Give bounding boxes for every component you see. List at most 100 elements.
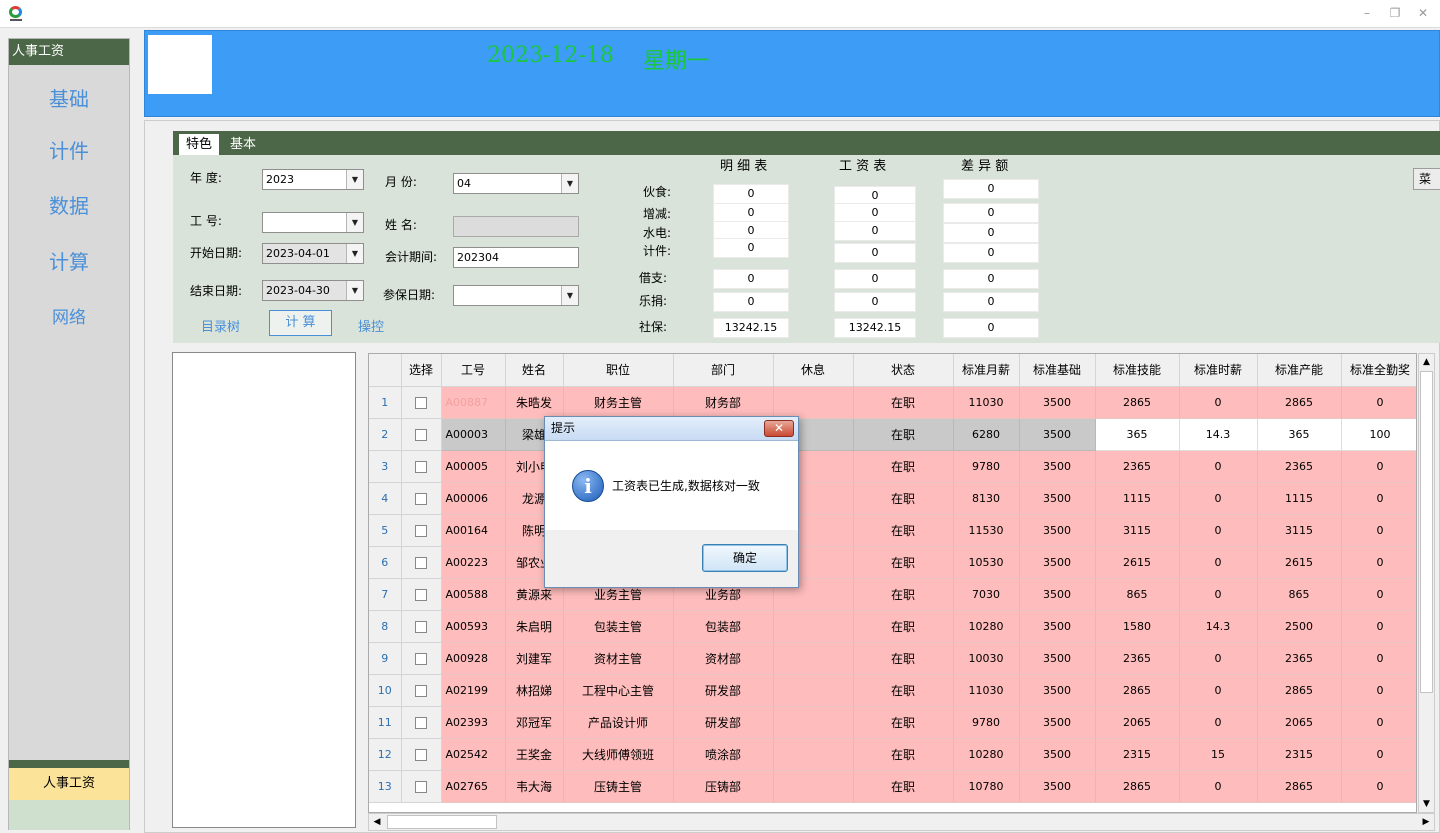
std-skill-cell[interactable]: 2315 — [1095, 738, 1180, 771]
std-hourly-cell[interactable]: 0 — [1179, 386, 1258, 419]
status-cell[interactable]: 在职 — [853, 482, 954, 515]
std-hourly-cell[interactable]: 14.3 — [1179, 418, 1258, 451]
std-monthly-salary-cell[interactable]: 10030 — [953, 642, 1020, 675]
position-cell[interactable]: 压铸主管 — [563, 770, 674, 803]
employee-id-cell[interactable]: A00593 — [441, 610, 506, 643]
calculate-button[interactable]: 计 算 — [269, 310, 332, 336]
std-capacity-cell[interactable]: 2865 — [1257, 386, 1342, 419]
std-capacity-cell[interactable]: 1115 — [1257, 482, 1342, 515]
row-select-checkbox[interactable] — [415, 524, 427, 537]
std-skill-cell[interactable]: 2865 — [1095, 770, 1180, 803]
status-cell[interactable]: 在职 — [853, 386, 954, 419]
std-capacity-cell[interactable]: 2365 — [1257, 450, 1342, 483]
row-number[interactable]: 1 — [369, 386, 402, 419]
row-number[interactable]: 2 — [369, 418, 402, 451]
table-row[interactable]: 10 A02199 林招娣 工程中心主管 研发部 在职 11030 3500 2865 0 2865… — [369, 674, 1416, 707]
employee-id-cell[interactable]: A00588 — [441, 578, 506, 611]
std-skill-cell[interactable]: 2865 — [1095, 674, 1180, 707]
std-base-cell[interactable]: 3500 — [1019, 674, 1096, 707]
row-select-checkbox[interactable] — [415, 684, 427, 697]
std-capacity-cell[interactable]: 2365 — [1257, 642, 1342, 675]
std-monthly-salary-cell[interactable]: 10280 — [953, 610, 1020, 643]
std-base-cell[interactable]: 3500 — [1019, 482, 1096, 515]
std-base-cell[interactable]: 3500 — [1019, 450, 1096, 483]
employee-name-cell[interactable]: 朱启明 — [505, 610, 564, 643]
minimize-button[interactable]: – — [1358, 5, 1376, 21]
department-cell[interactable]: 财务部 — [673, 386, 774, 419]
employee-id-cell[interactable]: A02765 — [441, 770, 506, 803]
std-monthly-salary-cell[interactable]: 8130 — [953, 482, 1020, 515]
status-cell[interactable]: 在职 — [853, 674, 954, 707]
std-base-cell[interactable]: 3500 — [1019, 738, 1096, 771]
std-hourly-cell[interactable]: 0 — [1179, 514, 1258, 547]
scroll-thumb[interactable] — [387, 815, 497, 829]
position-cell[interactable]: 财务主管 — [563, 386, 674, 419]
department-cell[interactable]: 包装部 — [673, 610, 774, 643]
std-monthly-salary-cell[interactable]: 11530 — [953, 514, 1020, 547]
employee-id-cell[interactable]: A02393 — [441, 706, 506, 739]
row-number[interactable]: 5 — [369, 514, 402, 547]
control-button[interactable]: 操控 — [358, 316, 384, 335]
table-row[interactable]: 3 A00005 刘小申 在职 9780 3500 2365 0 2365 0 — [369, 450, 1416, 483]
scroll-thumb[interactable] — [1420, 371, 1433, 693]
table-row[interactable]: 12 A02542 王奖金 大线师傅领班 喷涂部 在职 10280 3500 2315 15 231… — [369, 738, 1416, 771]
std-capacity-cell[interactable]: 2065 — [1257, 706, 1342, 739]
employee-name-cell[interactable]: 刘建军 — [505, 642, 564, 675]
std-hourly-cell[interactable]: 0 — [1179, 706, 1258, 739]
std-attendance-bonus-cell[interactable]: 0 — [1341, 386, 1416, 419]
row-select-checkbox[interactable] — [415, 780, 427, 793]
chevron-down-icon[interactable]: ▼ — [346, 244, 363, 263]
chevron-down-icon[interactable]: ▼ — [561, 174, 578, 193]
vertical-scrollbar[interactable]: ▲ ▼ — [1418, 353, 1435, 813]
tab-basic[interactable]: 基本 — [223, 134, 263, 155]
status-cell[interactable]: 在职 — [853, 770, 954, 803]
std-skill-cell[interactable]: 2365 — [1095, 450, 1180, 483]
row-number[interactable]: 9 — [369, 642, 402, 675]
employee-id-cell[interactable]: A00223 — [441, 546, 506, 579]
period-field[interactable]: 202304 — [453, 247, 579, 268]
rest-cell[interactable] — [773, 674, 854, 707]
sidebar-item-data[interactable]: 数据 — [9, 190, 129, 219]
status-cell[interactable]: 在职 — [853, 546, 954, 579]
std-monthly-salary-cell[interactable]: 10780 — [953, 770, 1020, 803]
dialog-close-button[interactable]: ✕ — [764, 420, 794, 437]
std-base-cell[interactable]: 3500 — [1019, 418, 1096, 451]
department-cell[interactable]: 研发部 — [673, 706, 774, 739]
employee-name-cell[interactable]: 韦大海 — [505, 770, 564, 803]
horizontal-scrollbar[interactable]: ◀ ▶ — [368, 813, 1435, 831]
std-skill-cell[interactable]: 1115 — [1095, 482, 1180, 515]
status-cell[interactable]: 在职 — [853, 418, 954, 451]
std-attendance-bonus-cell[interactable]: 0 — [1341, 674, 1416, 707]
std-monthly-salary-cell[interactable]: 9780 — [953, 450, 1020, 483]
employee-id-cell[interactable]: A02199 — [441, 674, 506, 707]
table-row[interactable]: 2 A00003 梁雄 在职 6280 3500 365 14.3 365 100 — [369, 418, 1416, 451]
column-header[interactable]: 标准产能 — [1257, 354, 1342, 387]
employee-id-cell[interactable]: A00006 — [441, 482, 506, 515]
table-row[interactable]: 13 A02765 韦大海 压铸主管 压铸部 在职 10780 3500 2865 0 2865 0 — [369, 770, 1416, 803]
scroll-down-icon[interactable]: ▼ — [1419, 796, 1434, 812]
table-row[interactable]: 9 A00928 刘建军 资材主管 资材部 在职 10030 3500 2365 0 2365 0 — [369, 642, 1416, 675]
column-header[interactable]: 标准技能 — [1095, 354, 1180, 387]
std-skill-cell[interactable]: 1580 — [1095, 610, 1180, 643]
restore-button[interactable]: ❐ — [1386, 5, 1404, 21]
insure-date-select[interactable]: ▼ — [453, 285, 579, 306]
employee-id-cell[interactable]: A00928 — [441, 642, 506, 675]
status-cell[interactable]: 在职 — [853, 642, 954, 675]
std-skill-cell[interactable]: 865 — [1095, 578, 1180, 611]
department-cell[interactable]: 资材部 — [673, 642, 774, 675]
std-monthly-salary-cell[interactable]: 9780 — [953, 706, 1020, 739]
status-cell[interactable]: 在职 — [853, 738, 954, 771]
employee-name-cell[interactable]: 朱晧发 — [505, 386, 564, 419]
end-date-picker[interactable]: 2023-04-30 ▼ — [262, 280, 364, 301]
rest-cell[interactable] — [773, 610, 854, 643]
row-select-checkbox[interactable] — [415, 588, 427, 601]
std-monthly-salary-cell[interactable]: 11030 — [953, 674, 1020, 707]
row-select-checkbox[interactable] — [415, 460, 427, 473]
column-header[interactable]: 姓名 — [505, 354, 564, 387]
std-base-cell[interactable]: 3500 — [1019, 578, 1096, 611]
year-select[interactable]: 2023 ▼ — [262, 169, 364, 190]
position-cell[interactable]: 包装主管 — [563, 610, 674, 643]
std-capacity-cell[interactable]: 3115 — [1257, 514, 1342, 547]
close-window-button[interactable]: ✕ — [1414, 5, 1432, 21]
std-attendance-bonus-cell[interactable]: 0 — [1341, 546, 1416, 579]
